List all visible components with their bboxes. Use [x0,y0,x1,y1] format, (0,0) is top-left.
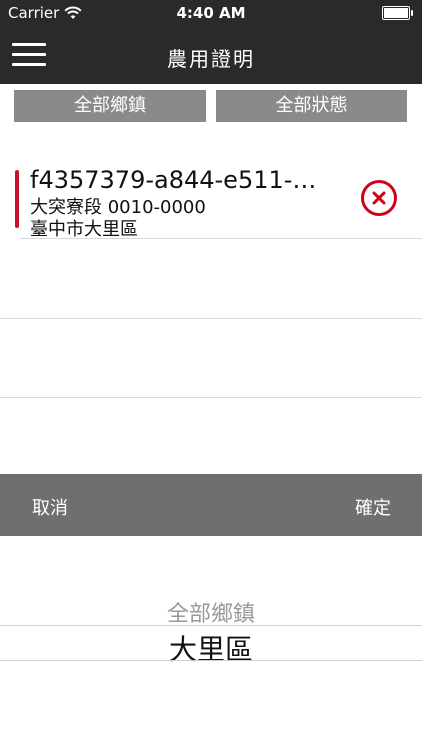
status-filter-button[interactable]: 全部狀態 [216,90,407,122]
cancel-button[interactable]: 取消 [32,494,68,520]
page-title: 農用證明 [167,47,255,71]
town-picker-wheel[interactable]: 全部鄉鎮 大里區 [0,536,422,750]
status-indicator-bar [15,170,19,228]
close-icon [372,191,386,205]
picker-option[interactable]: 全部鄉鎮 [0,596,422,628]
picker-option-selected[interactable]: 大里區 [0,628,422,668]
list-item[interactable]: f4357379-a844-e511-… 大突寮段 0010-0000 臺中市大… [0,158,422,240]
clock: 4:40 AM [176,4,246,22]
picker-toolbar: 取消 確定 [0,474,422,536]
picker-selection-line [0,625,422,626]
divider [0,397,422,398]
status-bar: Carrier 4:40 AM [0,0,422,26]
town-filter-button[interactable]: 全部鄉鎮 [14,90,206,122]
navigation-bar: 農用證明 [0,26,422,84]
divider [20,238,422,239]
picker-selection-line [0,660,422,661]
list-item-title: f4357379-a844-e511-… [30,166,317,194]
delete-icon[interactable] [361,180,397,216]
divider [0,318,422,319]
confirm-button[interactable]: 確定 [355,494,391,520]
battery-icon [382,6,413,20]
